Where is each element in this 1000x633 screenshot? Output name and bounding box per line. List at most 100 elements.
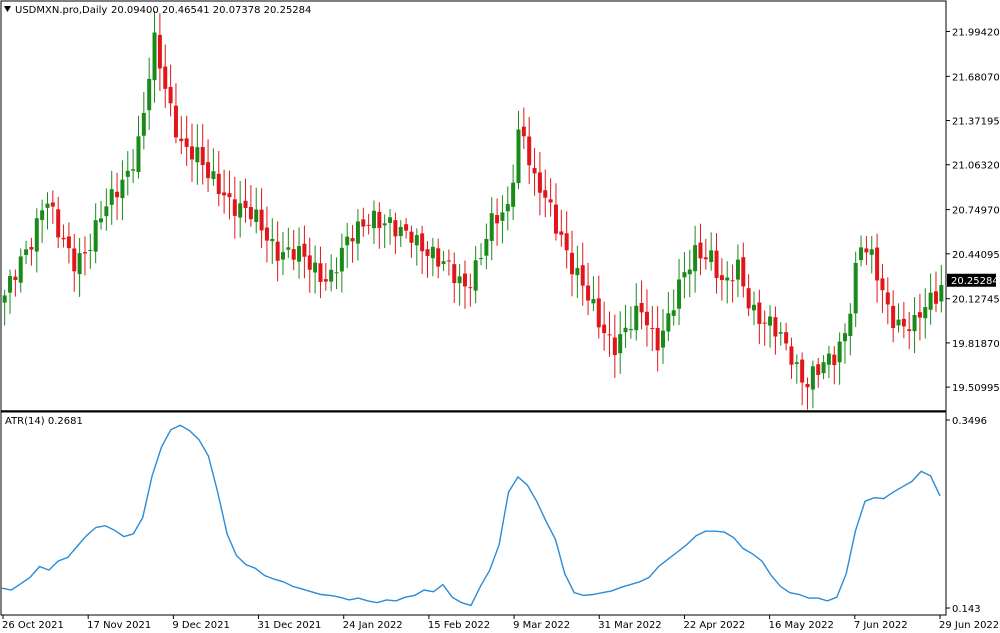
candle-body [286, 247, 291, 250]
candle-body [222, 192, 227, 196]
candle-body [420, 233, 425, 252]
candle-body [302, 243, 307, 257]
candle-body [757, 302, 762, 324]
candle-body [564, 233, 569, 251]
candle-body [377, 211, 382, 229]
time-tick-label: 26 Oct 2021 [2, 620, 64, 631]
candle-body [109, 189, 114, 205]
candle-body [687, 269, 692, 275]
candle-body [361, 219, 366, 227]
candle-body [586, 285, 591, 301]
time-tick-label: 31 Mar 2022 [598, 620, 661, 631]
candle-body [880, 278, 885, 291]
candle-body [794, 362, 799, 364]
candle-body [521, 126, 526, 137]
candle-body [136, 136, 141, 173]
candle-body [596, 298, 601, 328]
candle-body [618, 334, 623, 354]
candle-body [677, 279, 682, 309]
candle-body [719, 275, 724, 281]
candle-body [452, 264, 457, 284]
candle-body [644, 311, 649, 326]
candle-body [436, 248, 441, 267]
candle-body [446, 260, 451, 262]
time-tick-label: 16 May 2022 [769, 620, 834, 631]
time-tick-label: 31 Dec 2021 [258, 620, 322, 631]
candle-body [832, 354, 837, 366]
candle-body [789, 346, 794, 365]
candle-body [441, 261, 446, 264]
candle-body [489, 213, 494, 241]
candle-body [254, 209, 259, 223]
candle-body [762, 322, 767, 324]
candle-body [291, 249, 296, 260]
trading-chart[interactable]: 21.99420 21.68070 21.37195 21.06320 20.74970… [0, 0, 1000, 633]
candle-body [484, 238, 489, 256]
time-tick-label: 9 Mar 2022 [513, 620, 570, 631]
candle-body [388, 217, 393, 223]
candle-body [29, 247, 34, 250]
candle-body [40, 210, 45, 220]
candle-body [414, 235, 419, 246]
candle-body [693, 245, 698, 272]
candle-body [805, 383, 810, 388]
candle-body [173, 105, 178, 138]
candle-body [826, 353, 831, 365]
candle-body [933, 291, 938, 304]
candle-body [928, 292, 933, 310]
price-tick-label: 19.50995 [952, 383, 1000, 394]
candle-body [500, 212, 505, 221]
candle-body [131, 169, 136, 171]
candle-body [917, 312, 922, 318]
candle-body [211, 171, 216, 180]
candle-body [13, 276, 18, 280]
candle-body [409, 231, 414, 243]
candle-body [473, 260, 478, 291]
candle-body [939, 285, 944, 302]
candle-body [318, 263, 323, 282]
time-tick-label: 17 Nov 2021 [87, 620, 151, 631]
candle-body [313, 262, 318, 273]
candle-body [682, 272, 687, 278]
candle-body [885, 292, 890, 305]
candle-body [425, 249, 430, 256]
price-tick-label: 21.37195 [952, 117, 1000, 128]
candle-body [848, 313, 853, 337]
candle-body [511, 182, 516, 207]
candle-body [457, 276, 462, 284]
candle-body [50, 202, 55, 207]
candle-body [329, 269, 334, 282]
candle-body [66, 236, 71, 249]
candle-body [45, 203, 50, 208]
candle-body [232, 199, 237, 216]
candle-body [912, 314, 917, 332]
candle-body [141, 112, 146, 136]
price-axis[interactable]: 21.99420 21.68070 21.37195 21.06320 20.74970… [946, 27, 1000, 394]
candle-body [527, 136, 532, 166]
candle-body [559, 231, 564, 235]
candle-body [34, 218, 39, 252]
candle-body [168, 86, 173, 104]
candle-body [18, 256, 23, 283]
candle-body [264, 227, 269, 241]
candle-body [891, 305, 896, 329]
time-tick-label: 9 Dec 2021 [172, 620, 230, 631]
candle-body [778, 332, 783, 334]
candle-body [628, 328, 633, 331]
candle-body [398, 226, 403, 237]
price-tick-label: 21.68070 [952, 72, 1000, 83]
candle-body [612, 337, 617, 356]
candle-body [907, 329, 912, 332]
candle-body [8, 275, 13, 293]
price-tick-label: 21.99420 [952, 27, 1000, 38]
candle-body [393, 220, 398, 237]
candle-body [730, 280, 735, 282]
candle-body [104, 206, 109, 217]
candle-body [671, 310, 676, 316]
candle-body [248, 206, 253, 220]
atr-tick-label: 0.3496 [952, 416, 987, 427]
time-tick-label: 29 Jun 2022 [939, 620, 999, 631]
candle-body [735, 259, 740, 280]
candle-body [741, 257, 746, 287]
candle-body [24, 249, 29, 256]
